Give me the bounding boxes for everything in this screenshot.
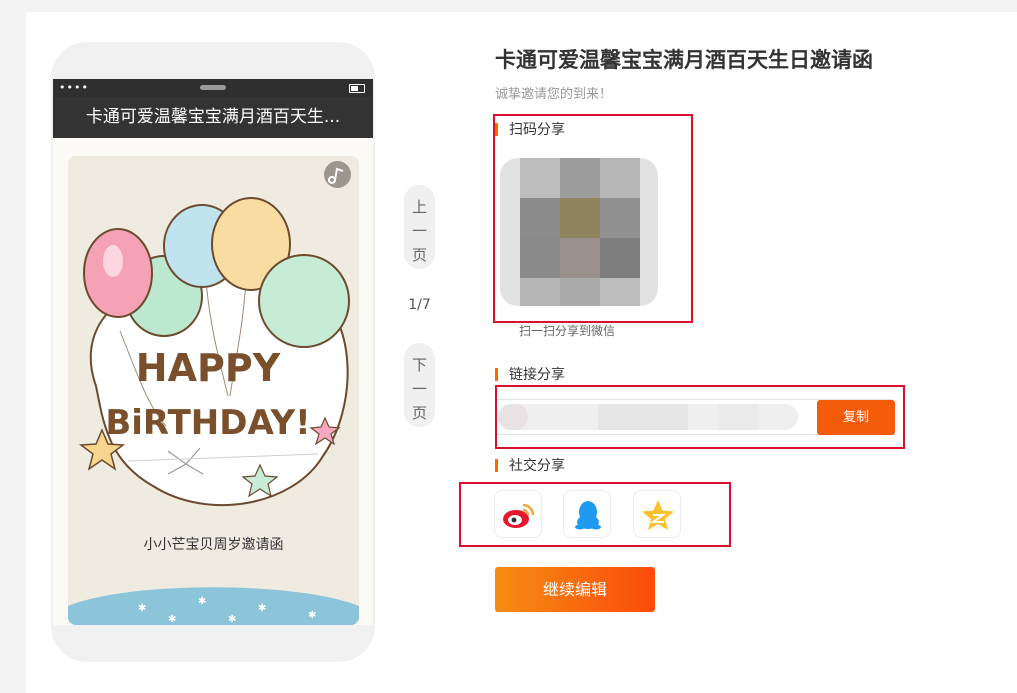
qr-caption: 扫一扫分享到微信 (519, 324, 616, 338)
card-headline-1: HAPPY (136, 346, 281, 390)
speaker (200, 85, 226, 90)
prev-page-label: 上一页 (411, 198, 427, 264)
page-indicator: 1/7 (408, 297, 431, 313)
social-section-label: 社交分享 (509, 458, 565, 474)
highlight-box-social (459, 482, 731, 547)
next-page-label: 下一页 (411, 356, 427, 422)
invitation-card[interactable]: HAPPY BiRTHDAY! ✱ ✱ ✱ ✱ ✱ ✱ 小小芒宝贝周岁邀请函 (68, 156, 359, 625)
phone-title: 卡通可爱温馨宝宝满月酒百天生... (53, 97, 373, 138)
link-section-label: 链接分享 (509, 367, 565, 383)
svg-text:✱: ✱ (198, 596, 206, 607)
page-subtitle: 诚挚邀请您的到来！ (495, 87, 613, 102)
phone-screen: •••• 卡通可爱温馨宝宝满月酒百天生... HAPPY BiRTHDAY! ✱… (53, 79, 373, 625)
social-section-header: 社交分享 (495, 458, 565, 474)
phone-status-bar: •••• (53, 79, 373, 97)
next-page-button[interactable]: 下一页 (404, 343, 435, 427)
signal-dots: •••• (59, 81, 89, 94)
highlight-box-link (495, 385, 905, 449)
link-section-header: 链接分享 (495, 367, 565, 383)
card-headline-2: BiRTHDAY! (105, 403, 310, 443)
prev-page-button[interactable]: 上一页 (404, 185, 435, 269)
music-toggle-button[interactable] (324, 161, 351, 188)
card-caption: 小小芒宝贝周岁邀请函 (143, 537, 284, 553)
section-bar (495, 458, 498, 472)
page-title: 卡通可爱温馨宝宝满月酒百天生日邀请函 (495, 48, 873, 72)
svg-text:✱: ✱ (258, 603, 266, 614)
battery-icon (349, 84, 365, 93)
svg-text:✱: ✱ (308, 610, 316, 621)
highlight-box-qr (493, 114, 693, 323)
svg-text:✱: ✱ (168, 614, 176, 625)
section-bar (495, 367, 498, 381)
birthday-illustration: HAPPY BiRTHDAY! ✱ ✱ ✱ ✱ ✱ ✱ (68, 197, 359, 625)
music-note-icon (328, 167, 344, 184)
continue-edit-button[interactable]: 继续编辑 (495, 567, 655, 612)
svg-text:✱: ✱ (138, 603, 146, 614)
svg-text:✱: ✱ (228, 614, 236, 625)
